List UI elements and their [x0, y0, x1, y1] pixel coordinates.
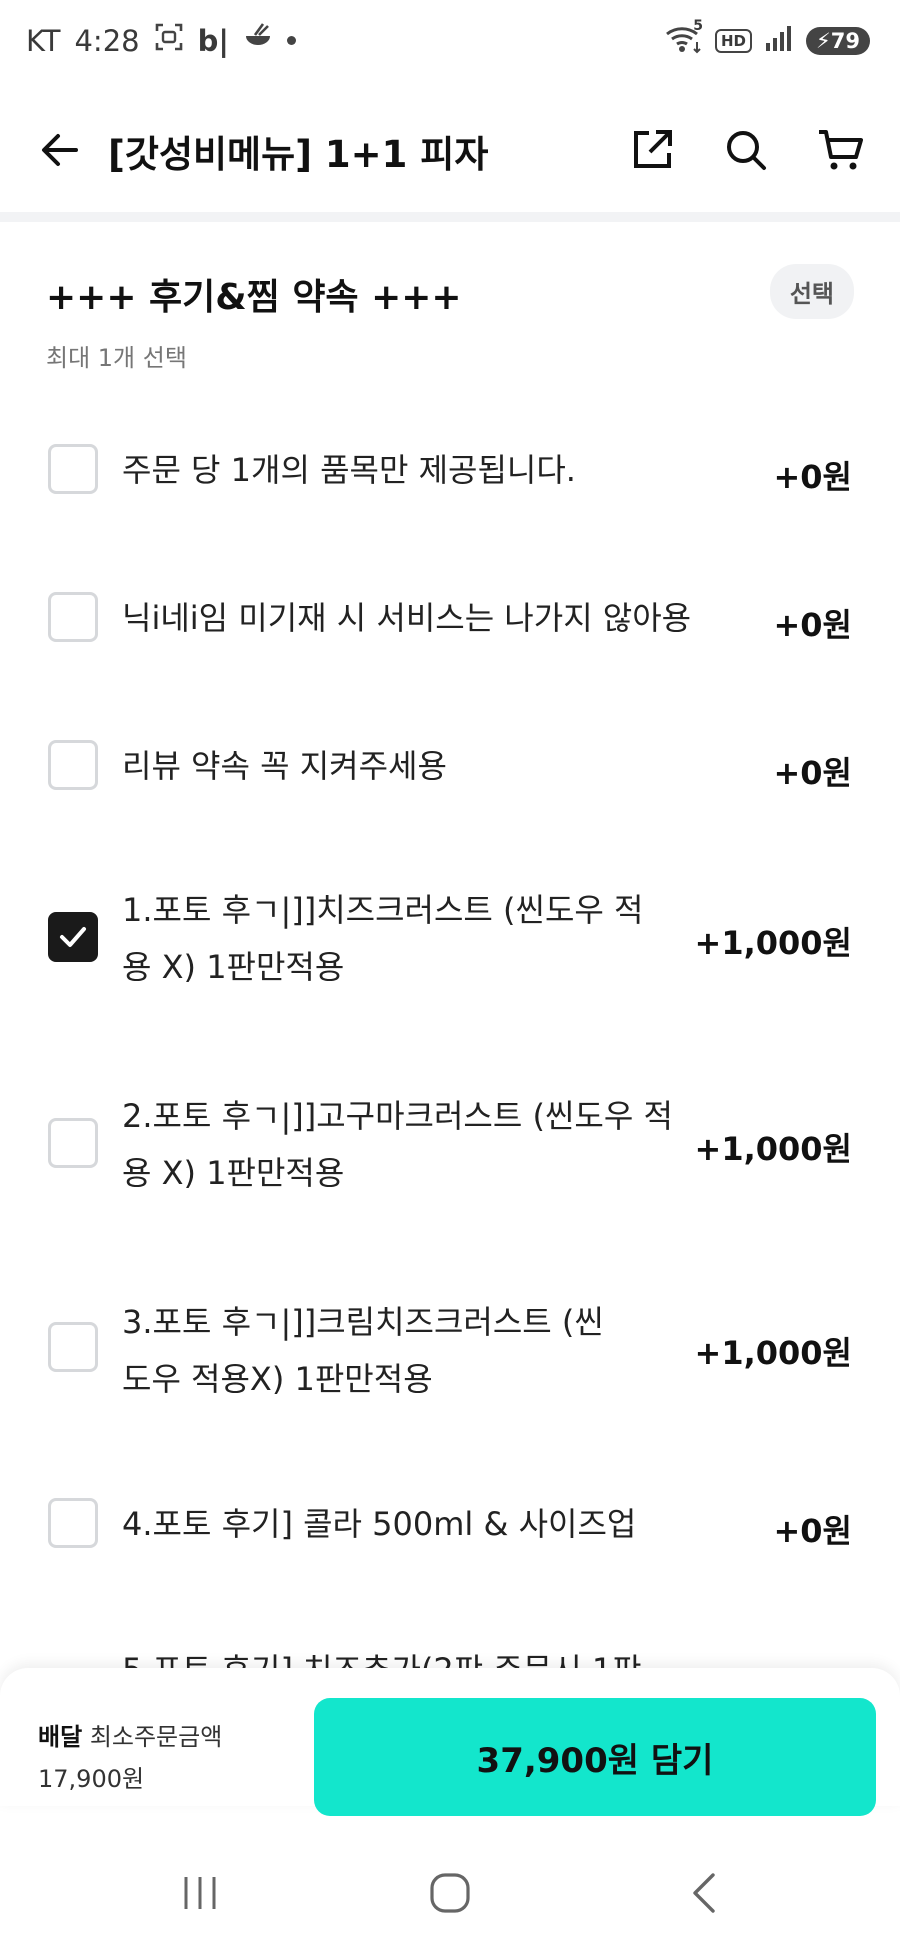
- home-button[interactable]: [410, 1858, 490, 1928]
- back-icon: [693, 1873, 715, 1913]
- back-button[interactable]: [32, 122, 88, 178]
- option-price: +1,000원: [694, 1130, 852, 1168]
- clock: 4:28: [74, 23, 140, 58]
- home-icon: [430, 1873, 470, 1913]
- share-button[interactable]: [622, 120, 682, 180]
- option-checkbox[interactable]: [48, 1498, 98, 1548]
- page-title: [갓성비메뉴] 1+1 피자: [108, 133, 489, 176]
- recent-apps-icon: [184, 1877, 216, 1909]
- carrier: KT: [26, 23, 61, 58]
- option-checkbox[interactable]: [48, 1118, 98, 1168]
- option-checkbox[interactable]: [48, 592, 98, 642]
- b-notification-icon: b|: [197, 23, 229, 58]
- option-label: 1.포토 후ㄱ|]]치즈크러스트 (씬도우 적용 X) 1판만적용: [122, 891, 644, 986]
- hd-voice-icon: HD: [715, 29, 753, 53]
- signal-icon: [764, 25, 794, 57]
- app-header: [갓성비메뉴] 1+1 피자: [0, 84, 900, 212]
- wifi-icon: 5: [665, 18, 703, 58]
- bowl-notification-icon: [243, 22, 273, 59]
- screenshot-icon: [154, 22, 184, 59]
- optional-badge: 선택: [769, 264, 854, 319]
- option-price: +1,000원: [694, 924, 852, 962]
- search-button[interactable]: [716, 120, 776, 180]
- min-order-label: 최소주문금액: [89, 1723, 223, 1751]
- option-label: 리뷰 약속 꼭 지켜주세용: [122, 747, 447, 785]
- share-icon: [634, 130, 672, 168]
- option-label: 3.포토 후ㄱ|]]크림치즈크러스트 (씬도우 적용X) 1판만적용: [122, 1303, 604, 1398]
- option-price: +0원: [773, 754, 852, 792]
- option-checkbox[interactable]: [48, 1322, 98, 1372]
- wifi-superscript: 5: [693, 18, 703, 34]
- min-order-value: 17,900원: [38, 1765, 145, 1793]
- checkmark-icon: [60, 927, 86, 947]
- delivery-label: 배달: [38, 1723, 83, 1751]
- option-label: 주문 당 1개의 품목만 제공됩니다.: [122, 451, 576, 489]
- system-back-button[interactable]: [664, 1858, 744, 1928]
- cart-icon: [819, 130, 863, 170]
- back-arrow-icon: [42, 134, 78, 166]
- system-nav-bar: [0, 1840, 900, 1950]
- status-bar: KT 4:28 b| 5 HD ⚡79: [0, 0, 900, 84]
- more-notifications-dot: [286, 36, 296, 45]
- min-order-info: 배달 최소주문금액 17,900원: [38, 1716, 222, 1800]
- search-icon: [727, 131, 766, 170]
- option-group-title: +++ 후기&찜 약속 +++: [46, 277, 462, 318]
- cart-button[interactable]: [810, 120, 870, 180]
- option-price: +0원: [773, 458, 852, 496]
- option-label: 2.포토 후ㄱ|]]고구마크러스트 (씬도우 적용 X) 1판만적용: [122, 1097, 673, 1192]
- option-price: +0원: [773, 1512, 852, 1550]
- status-right: 5 HD ⚡79: [665, 18, 870, 58]
- option-checkbox-checked[interactable]: [48, 912, 98, 962]
- option-price: +1,000원: [694, 1334, 852, 1372]
- battery-indicator: ⚡79: [806, 27, 870, 55]
- add-to-cart-button[interactable]: 37,900원 담기: [314, 1698, 876, 1816]
- status-left: KT 4:28 b|: [26, 22, 296, 59]
- option-checkbox[interactable]: [48, 444, 98, 494]
- option-label: 4.포토 후기] 콜라 500ml & 사이즈업: [122, 1505, 637, 1543]
- header-divider: [0, 212, 900, 222]
- option-checkbox[interactable]: [48, 740, 98, 790]
- option-label: 닉i네i임 미기재 시 서비스는 나가지 않아용: [122, 599, 692, 637]
- option-price: +0원: [773, 606, 852, 644]
- option-group-subtitle: 최대 1개 선택: [46, 344, 187, 372]
- recent-apps-button[interactable]: [160, 1858, 240, 1928]
- bottom-order-bar: 배달 최소주문금액 17,900원 37,900원 담기: [0, 1668, 900, 1816]
